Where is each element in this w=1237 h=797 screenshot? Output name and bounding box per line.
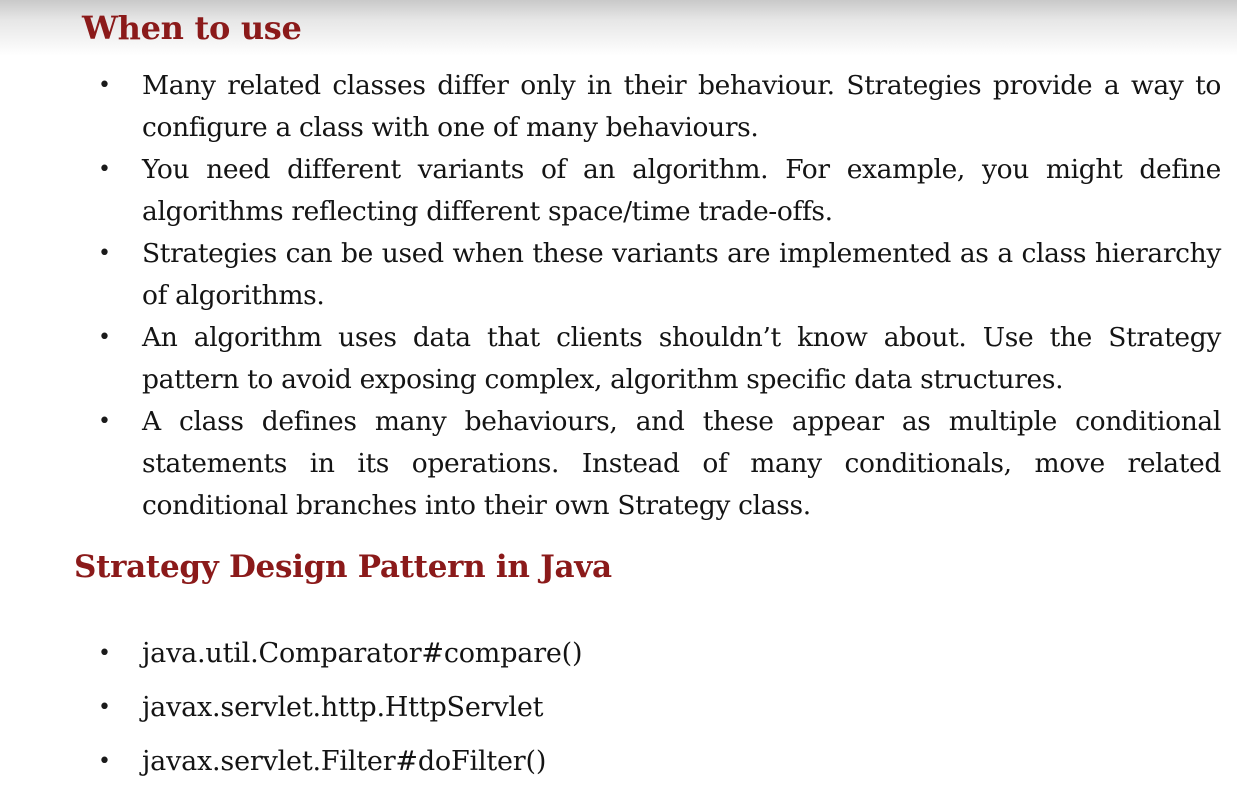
list-item: • You need different variants of an algo… (0, 149, 1221, 233)
list-item: • Strategies can be used when these vari… (0, 233, 1221, 317)
java-examples-list: • java.util.Comparator#compare() • javax… (0, 627, 1237, 789)
list-item: • Many related classes differ only in th… (0, 65, 1221, 149)
when-to-use-heading: When to use (82, 9, 302, 47)
document-page: When to use • Many related classes diffe… (0, 0, 1237, 797)
list-item-text: A class defines many behaviours, and the… (142, 406, 1221, 521)
list-item: • An algorithm uses data that clients sh… (0, 317, 1221, 401)
bullet-icon: • (98, 325, 111, 350)
java-example-text: javax.servlet.http.HttpServlet (142, 692, 544, 723)
bullet-icon: • (98, 73, 111, 98)
list-item-text: You need different variants of an algori… (142, 154, 1221, 227)
java-example-text: javax.servlet.Filter#doFilter() (142, 746, 547, 777)
list-item-text: Strategies can be used when these varian… (142, 238, 1221, 311)
list-item: • javax.servlet.Filter#doFilter() (0, 735, 1221, 789)
list-item: • javax.servlet.http.HttpServlet (0, 681, 1221, 735)
bullet-icon: • (98, 749, 111, 774)
list-item-text: An algorithm uses data that clients shou… (142, 322, 1221, 395)
list-item-text: Many related classes differ only in thei… (142, 70, 1221, 143)
list-item: • java.util.Comparator#compare() (0, 627, 1221, 681)
bullet-icon: • (98, 695, 111, 720)
bullet-icon: • (98, 157, 111, 182)
list-item: • A class defines many behaviours, and t… (0, 401, 1221, 527)
bullet-icon: • (98, 641, 111, 666)
bullet-icon: • (98, 241, 111, 266)
java-example-text: java.util.Comparator#compare() (142, 638, 583, 669)
when-to-use-list: • Many related classes differ only in th… (0, 65, 1237, 527)
bullet-icon: • (98, 409, 111, 434)
strategy-java-heading: Strategy Design Pattern in Java (74, 549, 612, 585)
